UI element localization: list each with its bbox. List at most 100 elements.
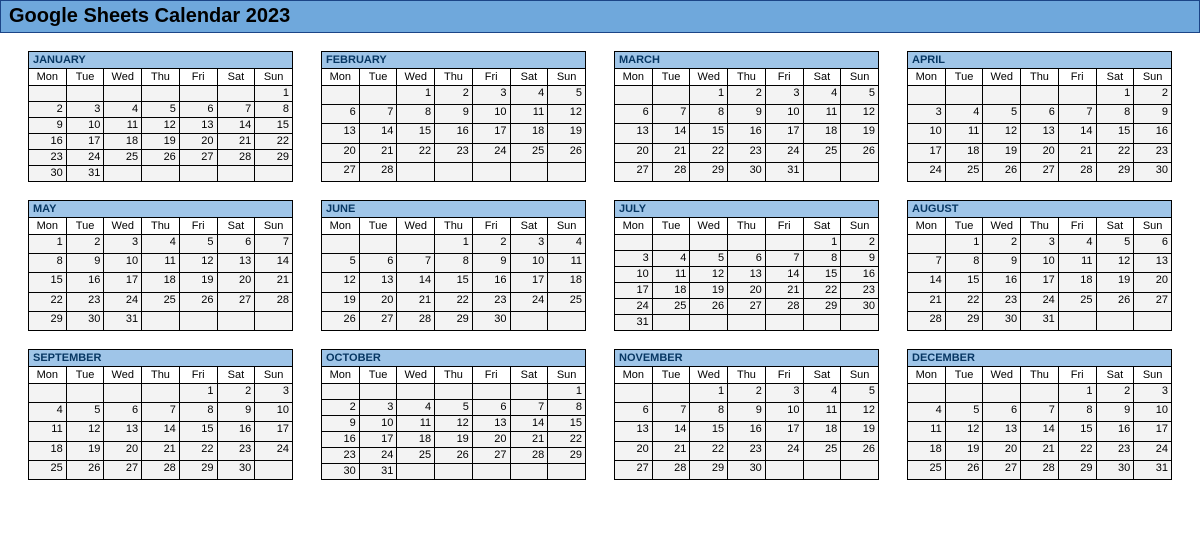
day-cell[interactable] xyxy=(510,162,548,181)
day-cell[interactable]: 16 xyxy=(728,422,766,441)
day-cell[interactable] xyxy=(841,460,879,479)
day-cell[interactable] xyxy=(548,162,586,181)
day-cell[interactable]: 12 xyxy=(548,105,586,124)
day-cell[interactable]: 8 xyxy=(397,105,435,124)
day-cell[interactable] xyxy=(1096,311,1134,330)
day-cell[interactable]: 20 xyxy=(983,441,1021,460)
day-cell[interactable]: 19 xyxy=(435,432,473,448)
day-cell[interactable]: 21 xyxy=(217,134,255,150)
day-cell[interactable]: 12 xyxy=(1096,254,1134,273)
day-cell[interactable]: 15 xyxy=(803,267,841,283)
day-cell[interactable]: 21 xyxy=(908,292,946,311)
day-cell[interactable]: 14 xyxy=(359,124,397,143)
day-cell[interactable]: 24 xyxy=(765,441,803,460)
day-cell[interactable]: 19 xyxy=(841,124,879,143)
day-cell[interactable]: 9 xyxy=(29,118,67,134)
day-cell[interactable]: 6 xyxy=(1134,235,1172,254)
day-cell[interactable]: 10 xyxy=(359,416,397,432)
day-cell[interactable]: 17 xyxy=(66,134,104,150)
day-cell[interactable]: 7 xyxy=(397,254,435,273)
day-cell[interactable]: 1 xyxy=(435,235,473,254)
day-cell[interactable]: 14 xyxy=(397,273,435,292)
day-cell[interactable]: 30 xyxy=(983,311,1021,330)
day-cell[interactable]: 3 xyxy=(765,384,803,403)
day-cell[interactable] xyxy=(255,166,293,182)
day-cell[interactable]: 22 xyxy=(255,134,293,150)
day-cell[interactable]: 3 xyxy=(510,235,548,254)
day-cell[interactable]: 4 xyxy=(803,384,841,403)
day-cell[interactable] xyxy=(652,315,690,331)
day-cell[interactable]: 20 xyxy=(728,283,766,299)
day-cell[interactable]: 11 xyxy=(652,267,690,283)
day-cell[interactable] xyxy=(652,384,690,403)
day-cell[interactable]: 9 xyxy=(322,416,360,432)
day-cell[interactable] xyxy=(803,162,841,181)
day-cell[interactable]: 12 xyxy=(435,416,473,432)
day-cell[interactable]: 15 xyxy=(435,273,473,292)
day-cell[interactable]: 14 xyxy=(255,254,293,273)
day-cell[interactable]: 12 xyxy=(945,422,983,441)
day-cell[interactable]: 4 xyxy=(548,235,586,254)
day-cell[interactable]: 13 xyxy=(983,422,1021,441)
day-cell[interactable]: 8 xyxy=(435,254,473,273)
day-cell[interactable]: 22 xyxy=(435,292,473,311)
day-cell[interactable] xyxy=(690,315,728,331)
day-cell[interactable] xyxy=(255,460,293,479)
day-cell[interactable]: 27 xyxy=(472,448,510,464)
day-cell[interactable]: 2 xyxy=(1096,384,1134,403)
day-cell[interactable]: 11 xyxy=(908,422,946,441)
day-cell[interactable]: 15 xyxy=(1096,124,1134,143)
day-cell[interactable] xyxy=(728,235,766,251)
day-cell[interactable]: 5 xyxy=(322,254,360,273)
day-cell[interactable]: 6 xyxy=(104,403,142,422)
day-cell[interactable]: 4 xyxy=(945,105,983,124)
day-cell[interactable]: 12 xyxy=(322,273,360,292)
day-cell[interactable]: 23 xyxy=(29,150,67,166)
day-cell[interactable] xyxy=(104,166,142,182)
day-cell[interactable]: 19 xyxy=(1096,273,1134,292)
day-cell[interactable]: 16 xyxy=(217,422,255,441)
day-cell[interactable] xyxy=(179,311,217,330)
day-cell[interactable] xyxy=(359,86,397,105)
day-cell[interactable]: 27 xyxy=(728,299,766,315)
day-cell[interactable]: 12 xyxy=(841,403,879,422)
day-cell[interactable]: 9 xyxy=(983,254,1021,273)
day-cell[interactable]: 6 xyxy=(322,105,360,124)
day-cell[interactable]: 2 xyxy=(1134,86,1172,105)
day-cell[interactable]: 11 xyxy=(548,254,586,273)
day-cell[interactable] xyxy=(548,311,586,330)
day-cell[interactable]: 2 xyxy=(472,235,510,254)
day-cell[interactable]: 22 xyxy=(1096,143,1134,162)
day-cell[interactable]: 8 xyxy=(690,105,728,124)
day-cell[interactable]: 4 xyxy=(510,86,548,105)
day-cell[interactable]: 18 xyxy=(1058,273,1096,292)
day-cell[interactable]: 1 xyxy=(945,235,983,254)
day-cell[interactable] xyxy=(1134,311,1172,330)
day-cell[interactable]: 2 xyxy=(841,235,879,251)
day-cell[interactable] xyxy=(1058,86,1096,105)
day-cell[interactable]: 9 xyxy=(841,251,879,267)
day-cell[interactable]: 22 xyxy=(29,292,67,311)
day-cell[interactable]: 22 xyxy=(397,143,435,162)
day-cell[interactable]: 7 xyxy=(142,403,180,422)
day-cell[interactable]: 13 xyxy=(728,267,766,283)
day-cell[interactable] xyxy=(765,315,803,331)
day-cell[interactable]: 10 xyxy=(104,254,142,273)
day-cell[interactable]: 17 xyxy=(510,273,548,292)
day-cell[interactable] xyxy=(397,464,435,480)
day-cell[interactable]: 7 xyxy=(652,403,690,422)
day-cell[interactable] xyxy=(841,315,879,331)
day-cell[interactable]: 16 xyxy=(1134,124,1172,143)
day-cell[interactable]: 26 xyxy=(322,311,360,330)
day-cell[interactable]: 25 xyxy=(397,448,435,464)
day-cell[interactable]: 21 xyxy=(765,283,803,299)
day-cell[interactable]: 6 xyxy=(179,102,217,118)
day-cell[interactable]: 1 xyxy=(255,86,293,102)
day-cell[interactable] xyxy=(29,384,67,403)
day-cell[interactable]: 29 xyxy=(255,150,293,166)
day-cell[interactable]: 26 xyxy=(142,150,180,166)
day-cell[interactable]: 2 xyxy=(728,384,766,403)
day-cell[interactable]: 7 xyxy=(255,235,293,254)
day-cell[interactable]: 19 xyxy=(945,441,983,460)
day-cell[interactable]: 19 xyxy=(841,422,879,441)
